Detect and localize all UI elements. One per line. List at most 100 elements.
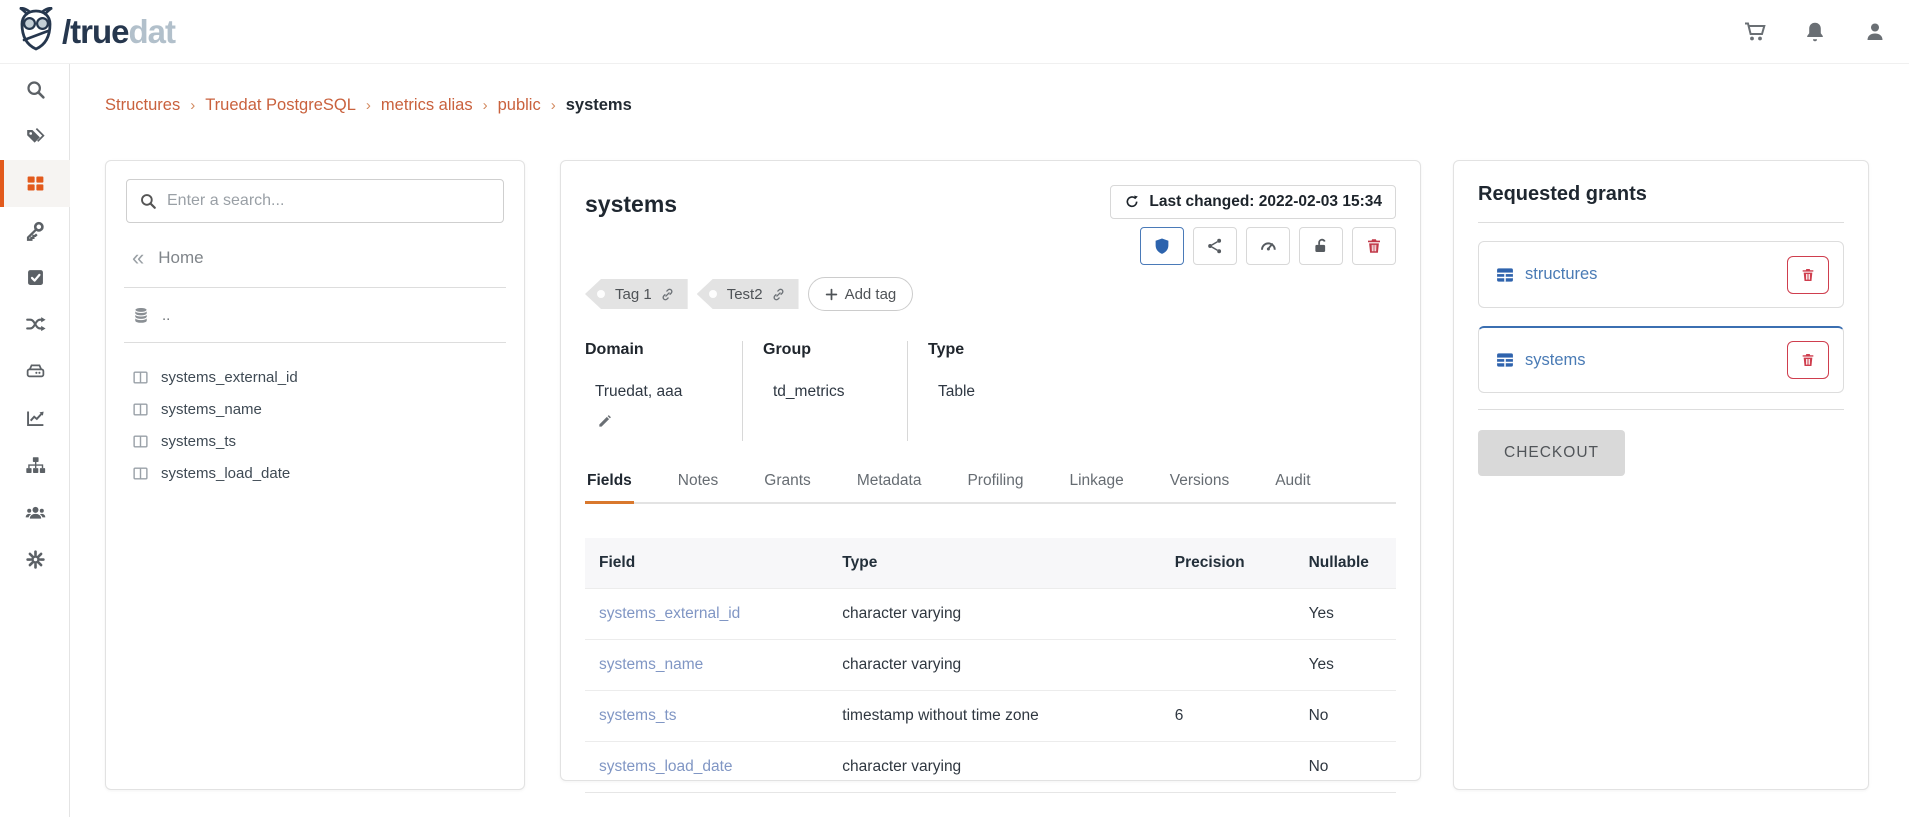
refresh-icon: [1124, 194, 1140, 210]
table-row: systems_name character varying Yes: [585, 640, 1396, 691]
drive-icon: [25, 361, 46, 382]
rail-tags[interactable]: [0, 113, 70, 160]
field-type: character varying: [828, 742, 1161, 793]
add-tag-label: Add tag: [845, 286, 897, 303]
rail-quality[interactable]: [0, 254, 70, 301]
tags-icon: [25, 126, 46, 147]
checkout-button[interactable]: CHECKOUT: [1478, 430, 1625, 476]
table-icon: [1495, 265, 1515, 285]
field-tree: systems_external_id systems_name systems…: [106, 361, 524, 489]
header-precision: Precision: [1161, 538, 1295, 589]
profiling-button[interactable]: [1246, 227, 1290, 265]
field-type: timestamp without time zone: [828, 691, 1161, 742]
field-nullable: No: [1295, 742, 1396, 793]
rail-settings[interactable]: [0, 536, 70, 583]
rail-permissions[interactable]: [0, 207, 70, 254]
tag-chip[interactable]: Test2: [697, 279, 799, 309]
tag-row: Tag 1 Test2 Add tag: [585, 277, 1396, 311]
group-label: Group: [763, 341, 881, 359]
tree-parent-item[interactable]: ..: [106, 306, 524, 324]
brand-name: /truedat: [62, 13, 175, 51]
field-nullable: No: [1295, 691, 1396, 742]
tab-grants[interactable]: Grants: [762, 463, 813, 502]
grant-item: structures: [1478, 241, 1844, 308]
cart-icon[interactable]: [1743, 20, 1767, 44]
protect-button[interactable]: [1140, 227, 1184, 265]
add-tag-button[interactable]: Add tag: [808, 277, 914, 311]
bell-icon[interactable]: [1803, 20, 1827, 44]
field-precision: [1161, 742, 1295, 793]
rail-taxonomy[interactable]: [0, 442, 70, 489]
remove-grant-button[interactable]: [1787, 256, 1829, 294]
field-link[interactable]: systems_external_id: [599, 605, 740, 622]
fields-table: Field Type Precision Nullable systems_ex…: [585, 538, 1396, 793]
rail-search[interactable]: [0, 66, 70, 113]
requested-grants-panel: Requested grants structures systems CHEC…: [1453, 160, 1869, 790]
breadcrumb-structures[interactable]: Structures: [105, 96, 180, 115]
breadcrumb-separator: ›: [190, 97, 195, 114]
rail-users[interactable]: [0, 489, 70, 536]
field-precision: [1161, 589, 1295, 640]
last-changed-label: Last changed: 2022-02-03 15:34: [1149, 193, 1382, 211]
nav-rail: [0, 64, 70, 817]
top-bar: /truedat: [0, 0, 1909, 64]
rail-lineage[interactable]: [0, 301, 70, 348]
remove-grant-button[interactable]: [1787, 341, 1829, 379]
share-button[interactable]: [1193, 227, 1237, 265]
rail-structures[interactable]: [0, 160, 70, 207]
tab-versions[interactable]: Versions: [1168, 463, 1231, 502]
trash-icon: [1800, 267, 1816, 283]
structure-detail-panel: systems Last changed: 2022-02-03 15:34: [560, 160, 1421, 781]
search-box: [126, 179, 504, 223]
rail-dashboards[interactable]: [0, 395, 70, 442]
tree-field-item[interactable]: systems_load_date: [106, 457, 524, 489]
structure-browser-panel: « Home .. systems_external_id systems_na…: [105, 160, 525, 790]
gear-icon: [25, 549, 46, 570]
owl-icon: [16, 7, 56, 56]
breadcrumb-separator: ›: [366, 97, 371, 114]
grant-link[interactable]: systems: [1525, 351, 1586, 370]
grant-link[interactable]: structures: [1525, 265, 1597, 284]
field-type: character varying: [828, 589, 1161, 640]
detail-tabs: Fields Notes Grants Metadata Profiling L…: [585, 463, 1396, 504]
search-input[interactable]: [167, 192, 491, 210]
last-changed-chip[interactable]: Last changed: 2022-02-03 15:34: [1110, 185, 1396, 219]
truedat-logo[interactable]: /truedat: [16, 7, 175, 56]
action-buttons: [1140, 227, 1396, 265]
columns-icon: [132, 401, 149, 418]
tab-notes[interactable]: Notes: [676, 463, 721, 502]
columns-icon: [132, 465, 149, 482]
table-icon: [1495, 350, 1515, 370]
tab-linkage[interactable]: Linkage: [1067, 463, 1125, 502]
tab-fields[interactable]: Fields: [585, 463, 634, 504]
field-link[interactable]: systems_load_date: [599, 758, 733, 775]
group-value: td_metrics: [773, 383, 881, 401]
delete-structure-button[interactable]: [1352, 227, 1396, 265]
pencil-icon[interactable]: [597, 413, 613, 429]
tree-home-item[interactable]: « Home: [106, 247, 524, 269]
columns-icon: [132, 369, 149, 386]
lock-button[interactable]: [1299, 227, 1343, 265]
breadcrumb-system[interactable]: Truedat PostgreSQL: [205, 96, 356, 115]
plus-icon: [825, 288, 838, 301]
tab-profiling[interactable]: Profiling: [965, 463, 1025, 502]
tab-audit[interactable]: Audit: [1273, 463, 1312, 502]
field-link[interactable]: systems_ts: [599, 707, 677, 724]
tab-metadata[interactable]: Metadata: [855, 463, 924, 502]
breadcrumb-separator: ›: [483, 97, 488, 114]
rail-systems[interactable]: [0, 348, 70, 395]
domain-label: Domain: [585, 341, 716, 359]
breadcrumb-schema[interactable]: public: [498, 96, 541, 115]
breadcrumb-database[interactable]: metrics alias: [381, 96, 473, 115]
check-square-icon: [25, 267, 46, 288]
tree-field-item[interactable]: systems_name: [106, 393, 524, 425]
grid-icon: [25, 173, 46, 194]
tag-chip[interactable]: Tag 1: [585, 279, 688, 309]
grant-item: systems: [1478, 326, 1844, 393]
field-precision: [1161, 640, 1295, 691]
field-link[interactable]: systems_name: [599, 656, 703, 673]
tree-field-item[interactable]: systems_external_id: [106, 361, 524, 393]
user-icon[interactable]: [1863, 20, 1887, 44]
type-label: Type: [928, 341, 975, 359]
tree-field-item[interactable]: systems_ts: [106, 425, 524, 457]
